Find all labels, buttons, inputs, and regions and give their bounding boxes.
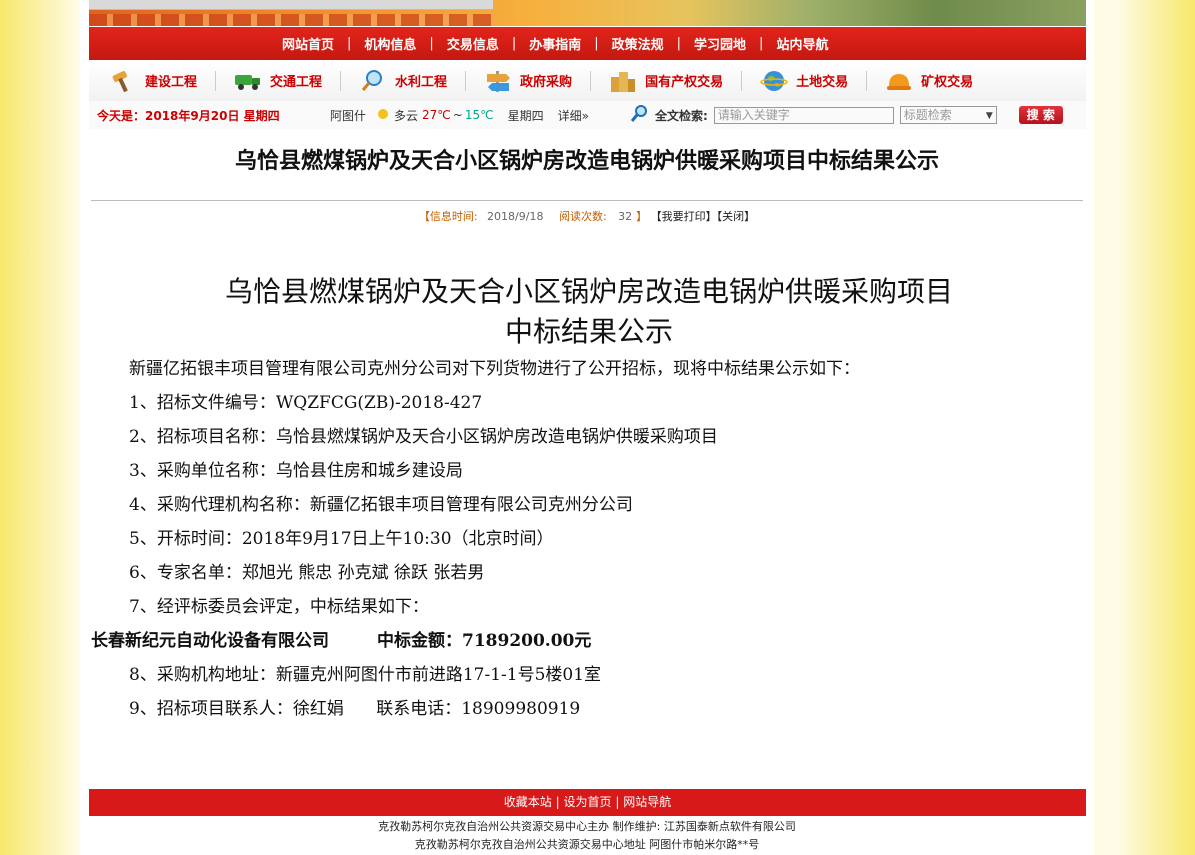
search-label: 全文检索: [654,108,708,123]
article-meta: 【信息时间: 2018/9/18 阅读次数: 32】 【我要打印】【关闭】 [418,210,756,223]
page-title: 乌恰县燃煤锅炉及天合小区锅炉房改造电锅炉供暖采购项目中标结果公示 [234,149,939,174]
header-banner [89,0,1086,26]
article-item: 5、开标时间：2018年9月17日上午10:30（北京时间） [129,529,554,549]
article-item: 9、招标项目联系人：徐红娟 联系电话：18909980919 [129,699,581,719]
search-icon [629,104,649,127]
article-heading-line2: 中标结果公示 [504,315,673,348]
footer-sponsor: 克孜勒苏柯尔克孜自治州公共资源交易中心主办 制作维护: 江苏国泰新点软件有限公司 [378,820,796,833]
article-item: 8、采购机构地址：新疆克州阿图什市前进路17-1-1号5楼01室 [129,665,602,685]
weather-condition: 多云 [394,108,419,123]
search-input[interactable]: 请输入关键字 [713,106,894,124]
nav-home[interactable]: 网站首页 [269,34,347,53]
weather-widget: 阿图什 多云 27℃ ~ 15℃ 星期四 详细» [330,107,593,124]
article-title-bar: 乌恰县燃煤锅炉及天合小区锅炉房改造电锅炉供暖采购项目中标结果公示 [91,132,1083,201]
footer-address: 克孜勒苏柯尔克孜自治州公共资源交易中心地址 阿图什市帕米尔路**号 [414,838,760,851]
nav-policy[interactable]: 政策法规 [599,34,677,53]
category-procurement[interactable]: 政府采购 [484,68,572,94]
nav-institutions[interactable]: 机构信息 [351,34,429,53]
helmet-icon [885,68,913,94]
truck-icon [234,68,262,94]
winner-line: 长春新纪元自动化设备有限公司 中标金额：7189200.00元 [91,624,1084,658]
search-type-value: 标题检索 [903,108,952,122]
banner-top-strip [89,0,493,10]
winner-company: 长春新纪元自动化设备有限公司 [91,631,329,651]
winner-amount: 中标金额：7189200.00元 [377,631,592,651]
weather-temp-low: 15℃ [464,108,494,122]
chevron-down-icon: ▼ [985,111,993,121]
nav-guide[interactable]: 办事指南 [516,34,594,53]
article-item: 7、经评标委员会评定，中标结果如下： [129,597,429,617]
category-state-property[interactable]: 国有产权交易 [609,68,723,94]
footer-sethome-link[interactable]: 设为首页 [563,795,611,809]
buildings-icon [609,68,637,94]
category-land[interactable]: 土地交易 [760,68,848,94]
footer-sitemap-link[interactable]: 网站导航 [623,795,671,809]
main-nav: 网站首页 | 机构信息 | 交易信息 | 办事指南 | 政策法规 | 学习园地 … [89,27,1086,60]
weather-detail-link[interactable]: 详细» [558,107,589,124]
today-date: 今天是：2018年9月20日 星期四 [97,108,280,123]
category-mining[interactable]: 矿权交易 [885,68,973,94]
search-button[interactable]: 搜 索 [1018,106,1063,124]
category-water[interactable]: 水利工程 [359,68,447,94]
nav-sitemap[interactable]: 站内导航 [763,34,841,53]
article-item: 4、采购代理机构名称：新疆亿拓银丰项目管理有限公司克州分公司 [129,495,633,515]
meta-time-label: 信息时间: [429,210,478,223]
footer-bookmark-link[interactable]: 收藏本站 [504,795,552,809]
article-body: 乌恰县燃煤锅炉及天合小区锅炉房改造电锅炉供暖采购项目 中标结果公示 新疆亿拓银丰… [91,272,1084,726]
banner-pattern [89,14,493,26]
article-intro: 新疆亿拓银丰项目管理有限公司克州分公司对下列货物进行了公开招标，现将中标结果公示… [129,359,860,379]
weather-temp-separator: ~ [452,108,463,122]
footer-links: 收藏本站 | 设为首页 | 网站导航 [89,789,1086,816]
article-item: 2、招标项目名称：乌恰县燃煤锅炉及天合小区锅炉房改造电锅炉供暖采购项目 [129,427,718,447]
category-bar: 建设工程 交通工程 水利工程 政府采购 国有产权交易 土地交易 矿权交易 [89,60,1086,101]
search-type-select[interactable]: 标题检索 ▼ [899,106,997,124]
weather-weekday: 星期四 [507,108,544,123]
article-item: 6、专家名单：郑旭光 熊忠 孙克斌 徐跃 张若男 [129,563,485,583]
article-item: 3、采购单位名称：乌恰县住房和城乡建设局 [129,461,463,481]
hammer-icon [109,68,137,94]
info-bar: 今天是：2018年9月20日 星期四 阿图什 多云 27℃ ~ 15℃ 星期四 … [89,101,1086,129]
weather-temp-high: 27℃ [422,108,451,122]
nav-trade-info[interactable]: 交易信息 [434,34,512,53]
page-container: 网站首页 | 机构信息 | 交易信息 | 办事指南 | 政策法规 | 学习园地 … [80,0,1094,855]
meta-reads-label: 阅读次数: [558,210,607,223]
close-link[interactable]: 【关闭】 [717,210,756,223]
nav-study[interactable]: 学习园地 [681,34,759,53]
print-link[interactable]: 【我要打印】 [651,210,717,223]
magnifier-icon [359,68,387,94]
article-item: 1、招标文件编号：WQZFCG(ZB)-2018-427 [129,393,483,413]
category-construction[interactable]: 建设工程 [109,68,197,94]
globe-icon [760,68,788,94]
signpost-icon [484,68,512,94]
article-heading-line1: 乌恰县燃煤锅炉及天合小区锅炉房改造电锅炉供暖采购项目 [224,275,953,308]
category-transport[interactable]: 交通工程 [234,68,322,94]
meta-time: 2018/9/18 [487,210,544,223]
weather-sun-icon [376,107,390,124]
weather-city: 阿图什 [330,108,367,123]
meta-reads: 32 [618,210,633,223]
